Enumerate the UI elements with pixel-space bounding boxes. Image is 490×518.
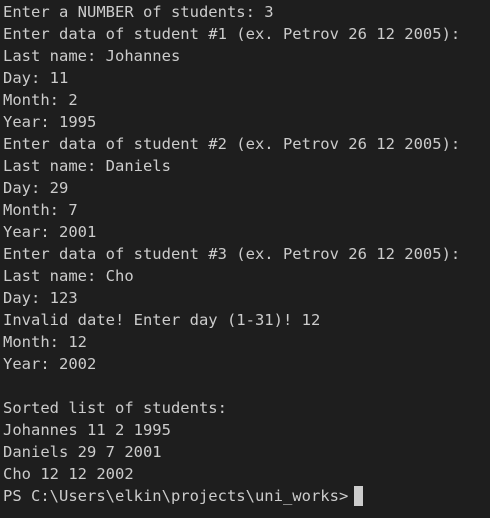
terminal-output[interactable]: Enter a NUMBER of students: 3 Enter data… bbox=[0, 0, 490, 518]
terminal-line: Enter data of student #1 (ex. Petrov 26 … bbox=[3, 25, 461, 43]
terminal-line: Month: 2 bbox=[3, 91, 78, 109]
terminal-line: Day: 29 bbox=[3, 179, 69, 197]
terminal-line: Last name: Cho bbox=[3, 267, 134, 285]
terminal-line: Johannes 11 2 1995 bbox=[3, 421, 171, 439]
terminal-line: Last name: Johannes bbox=[3, 47, 181, 65]
terminal-line: Day: 123 bbox=[3, 289, 78, 307]
prompt-path: PS C:\Users\elkin\projects\uni_works> bbox=[3, 487, 349, 505]
terminal-line: Daniels 29 7 2001 bbox=[3, 443, 162, 461]
terminal-line: Cho 12 12 2002 bbox=[3, 465, 134, 483]
terminal-line: Enter data of student #2 (ex. Petrov 26 … bbox=[3, 135, 461, 153]
terminal-line: Year: 2001 bbox=[3, 223, 97, 241]
text-cursor bbox=[354, 486, 364, 506]
terminal-line: Last name: Daniels bbox=[3, 157, 171, 175]
command-prompt[interactable]: PS C:\Users\elkin\projects\uni_works> bbox=[0, 485, 490, 507]
terminal-line: Invalid date! Enter day (1-31)! 12 bbox=[3, 311, 321, 329]
terminal-line: Year: 1995 bbox=[3, 113, 97, 131]
terminal-line: Month: 7 bbox=[3, 201, 78, 219]
terminal-line: Day: 11 bbox=[3, 69, 69, 87]
terminal-line: Enter a NUMBER of students: 3 bbox=[3, 3, 274, 21]
terminal-line: Sorted list of students: bbox=[3, 399, 227, 417]
terminal-line: Year: 2002 bbox=[3, 355, 97, 373]
terminal-line: Enter data of student #3 (ex. Petrov 26 … bbox=[3, 245, 461, 263]
terminal-line: Month: 12 bbox=[3, 333, 87, 351]
